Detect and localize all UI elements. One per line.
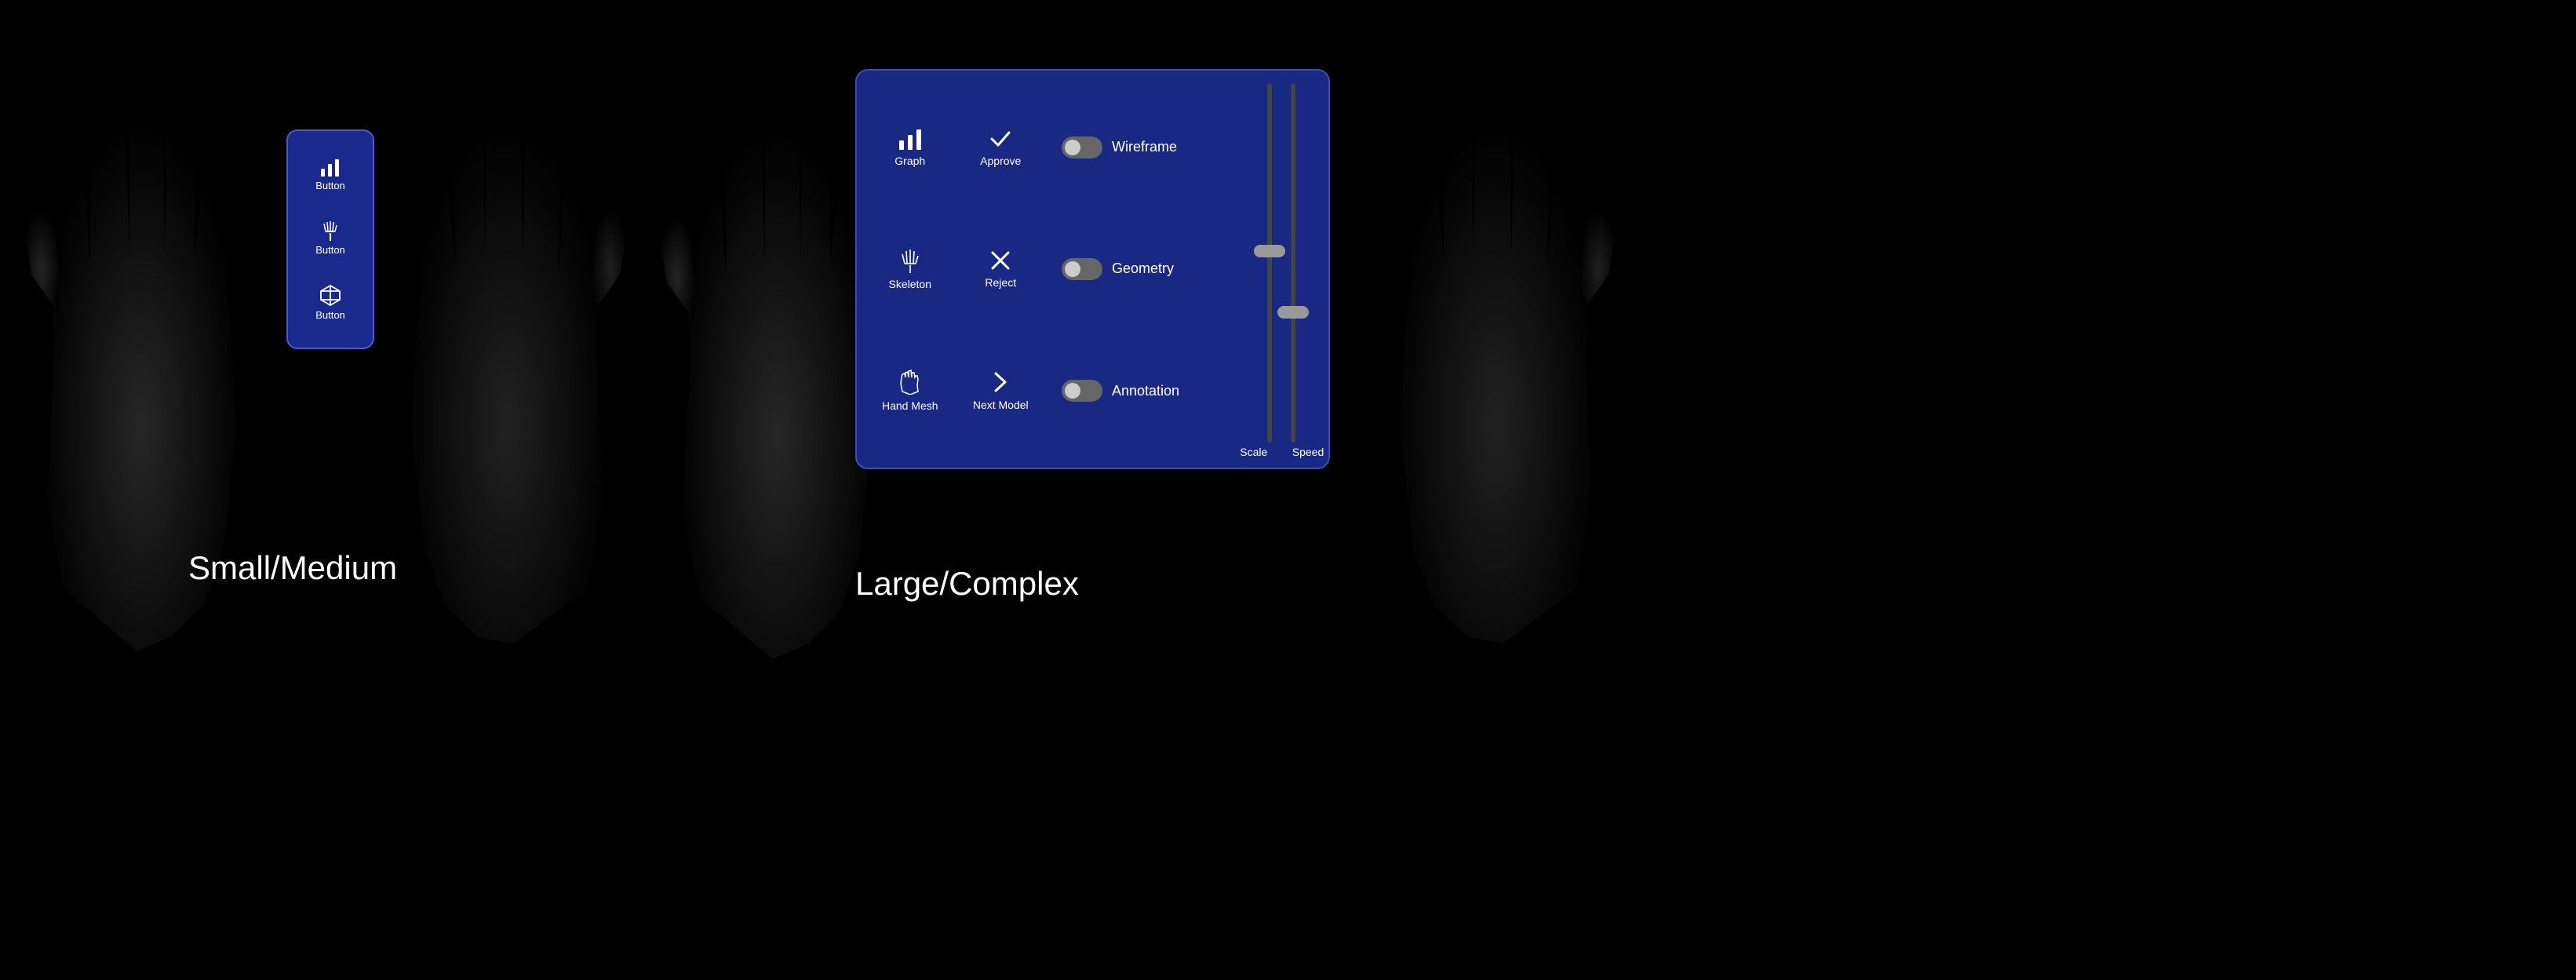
approve-icon [989, 128, 1012, 150]
skeleton-panel-label: Skeleton [889, 278, 931, 290]
skeleton-button-label: Button [315, 244, 345, 256]
nextmodel-panel-btn[interactable]: Next Model [956, 330, 1047, 452]
handmesh-icon [898, 370, 922, 395]
graph-icon [319, 158, 341, 177]
wireframe-label: Wireframe [1112, 139, 1177, 155]
wireframe-toggle-row: Wireframe [1062, 137, 1226, 158]
wireframe-toggle[interactable] [1062, 137, 1102, 158]
geometry-toggle[interactable] [1062, 258, 1102, 280]
scale-handle[interactable] [1254, 245, 1285, 257]
approve-panel-label: Approve [980, 155, 1021, 167]
cube-icon [319, 284, 341, 306]
approve-panel-btn[interactable]: Approve [956, 86, 1047, 208]
speed-label: Speed [1292, 446, 1324, 458]
geometry-toggle-thumb [1065, 261, 1080, 277]
right-hand-small [384, 47, 636, 643]
geometry-label: Geometry [1112, 260, 1174, 277]
scale-slider[interactable] [1267, 83, 1272, 443]
graph-panel-icon [898, 128, 923, 150]
large-complex-label: Large/Complex [855, 565, 1079, 603]
graph-button[interactable]: Button [315, 158, 345, 191]
nextmodel-icon [991, 370, 1010, 394]
handmesh-panel-label: Hand Mesh [882, 399, 938, 412]
cube-button[interactable]: Button [315, 284, 345, 321]
large-complex-text: Large/Complex [855, 565, 1079, 602]
large-panel: Graph Approve [855, 69, 1330, 469]
right-hand-svg-small [384, 47, 636, 643]
reject-panel-label: Reject [985, 276, 1016, 289]
wireframe-toggle-thumb [1065, 140, 1080, 155]
annotation-toggle-row: Annotation [1062, 380, 1226, 402]
handmesh-panel-btn[interactable]: Hand Mesh [865, 330, 956, 452]
geometry-toggle-row: Geometry [1062, 258, 1226, 280]
cube-button-label: Button [315, 309, 345, 321]
nextmodel-panel-label: Next Model [973, 399, 1029, 411]
small-medium-text: Small/Medium [188, 549, 397, 586]
graph-panel-label: Graph [894, 155, 925, 167]
small-panel: Button Button Button [286, 129, 374, 349]
panel-sliders: Scale Speed [1234, 71, 1328, 468]
sliders-tracks [1264, 83, 1299, 443]
graph-button-label: Button [315, 180, 345, 191]
speed-slider[interactable] [1291, 83, 1295, 443]
graph-panel-btn[interactable]: Graph [865, 86, 956, 208]
speed-track[interactable] [1291, 83, 1295, 443]
speed-handle[interactable] [1277, 306, 1309, 319]
panel-toggles: Wireframe Geometry Annotation [1054, 71, 1234, 468]
skeleton-icon [319, 219, 341, 241]
sliders-labels: Scale Speed [1239, 446, 1324, 458]
annotation-label: Annotation [1112, 383, 1179, 399]
scene: Button Button Button [0, 0, 2576, 980]
skeleton-panel-icon [898, 248, 922, 273]
small-medium-label: Small/Medium [188, 549, 397, 587]
scale-label: Scale [1239, 446, 1269, 458]
reject-icon [989, 250, 1011, 271]
scale-track[interactable] [1267, 83, 1272, 443]
annotation-toggle[interactable] [1062, 380, 1102, 402]
right-hand-large [1373, 47, 1624, 643]
panel-icons-grid: Graph Approve [857, 71, 1054, 468]
skeleton-panel-btn[interactable]: Skeleton [865, 208, 956, 330]
annotation-toggle-thumb [1065, 383, 1080, 399]
skeleton-button[interactable]: Button [315, 219, 345, 256]
reject-panel-btn[interactable]: Reject [956, 208, 1047, 330]
right-hand-large-svg [1373, 47, 1624, 643]
